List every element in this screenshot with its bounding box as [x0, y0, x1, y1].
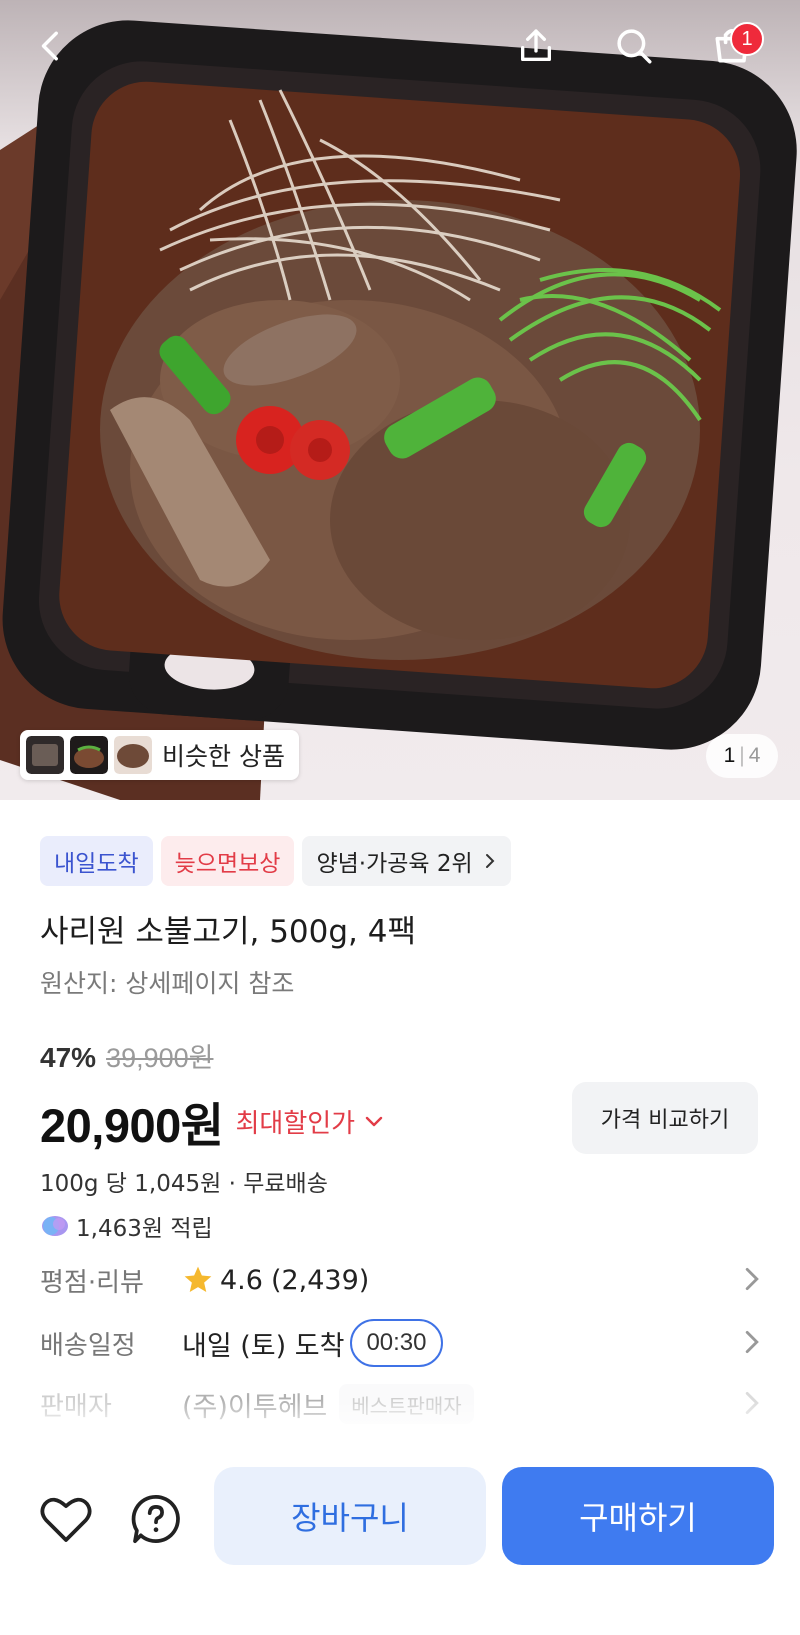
max-discount-label: 최대할인가 — [235, 1109, 356, 1139]
page-total: 4 — [748, 744, 761, 767]
chevron-right-icon — [485, 854, 495, 868]
heart-icon — [40, 1497, 92, 1542]
add-to-cart-button[interactable]: 장바구니 — [214, 1467, 486, 1565]
share-icon — [521, 29, 551, 61]
review-count: (2,439) — [270, 1264, 370, 1296]
delivery-row[interactable]: 배송일정 내일 (토) 도착 00:30 — [40, 1315, 760, 1371]
inquiry-button[interactable] — [124, 1487, 188, 1551]
review-rating: 4.6 — [220, 1264, 263, 1296]
share-button[interactable] — [504, 14, 568, 78]
category-rank-label: 양념·가공육 2위 — [316, 851, 473, 877]
search-icon — [617, 29, 652, 64]
product-title: 사리원 소불고기, 500g, 4팩 — [40, 914, 416, 950]
delivery-date: 내일 (토) 도착 — [182, 1330, 345, 1362]
cart-header-button[interactable]: 1 — [700, 14, 764, 78]
reward-points: 1,463원 적립 — [40, 1209, 213, 1243]
similar-thumb-2 — [70, 736, 108, 774]
bottom-action-bar: 장바구니 구매하기 — [0, 1445, 800, 1635]
unit-price-shipping: 100g 당 1,045원 · 무료배송 — [40, 1171, 328, 1197]
back-button[interactable] — [20, 14, 84, 78]
question-icon — [131, 1494, 180, 1544]
cart-count-badge: 1 — [730, 22, 764, 56]
discount-rate: 47% — [40, 1042, 97, 1073]
max-discount-toggle[interactable]: 최대할인가 — [236, 1103, 384, 1140]
tag-late-compensation: 늦으면보상 — [160, 836, 295, 886]
back-icon — [41, 31, 58, 61]
buy-now-button[interactable]: 구매하기 — [502, 1467, 774, 1565]
top-navigation-bar: 1 — [0, 0, 800, 96]
tag-next-day-delivery: 내일도착 — [40, 836, 153, 886]
similar-thumb-3 — [114, 736, 152, 774]
similar-products-label: 비슷한 상품 — [162, 742, 285, 771]
review-row[interactable]: 평점·리뷰 4.6 (2,439) — [40, 1252, 760, 1308]
product-photo — [0, 20, 797, 800]
original-price: 39,900원 — [106, 1043, 214, 1073]
tag-category-rank[interactable]: 양념·가공육 2위 — [302, 836, 511, 886]
chevron-right-icon — [745, 1330, 759, 1354]
image-page-indicator: 1 | 4 — [706, 734, 778, 778]
product-tags: 내일도착 늦으면보상 양념·가공육 2위 — [40, 836, 511, 886]
review-value: 4.6 (2,439) — [182, 1264, 369, 1296]
page-separator: | — [739, 744, 745, 767]
reward-text: 1,463원 적립 — [76, 1216, 213, 1242]
delivery-value: 내일 (토) 도착 00:30 — [182, 1319, 443, 1367]
similar-products-button[interactable]: 비슷한 상품 — [20, 730, 299, 780]
product-origin: 원산지: 상세페이지 참조 — [40, 969, 295, 998]
chevron-right-icon — [745, 1267, 759, 1291]
reward-coin-icon — [42, 1216, 68, 1236]
price-compare-button[interactable]: 가격 비교하기 — [572, 1082, 758, 1154]
sale-price: 20,900원 — [40, 1099, 224, 1152]
star-icon — [184, 1266, 212, 1292]
similar-thumb-1 — [26, 736, 64, 774]
chevron-down-icon — [365, 1116, 383, 1126]
search-button[interactable] — [602, 14, 666, 78]
wishlist-button[interactable] — [34, 1487, 98, 1551]
delivery-label: 배송일정 — [40, 1330, 136, 1361]
product-image-gallery[interactable]: 1 비슷한 상품 1 | 4 — [0, 0, 800, 800]
page-current: 1 — [723, 744, 736, 767]
review-label: 평점·리뷰 — [40, 1267, 144, 1298]
delivery-countdown: 00:30 — [350, 1319, 443, 1367]
price-row: 20,900원 최대할인가 — [40, 1087, 383, 1156]
scroll-fade — [0, 1400, 800, 1450]
discount-row: 47% 39,900원 — [40, 1036, 213, 1075]
